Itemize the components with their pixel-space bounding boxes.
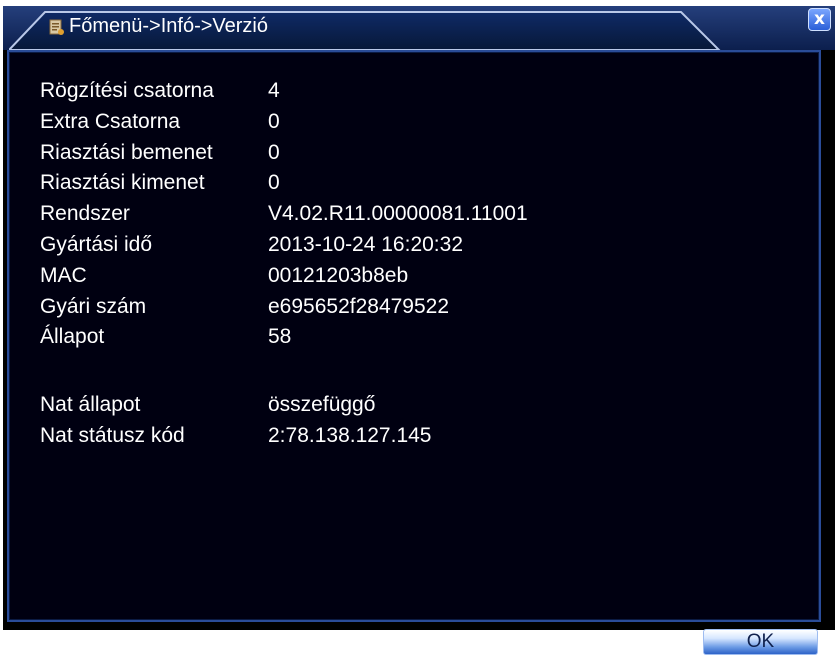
version-dialog: Főmenü->Infó->Verzió x Rögzítési csatorn…	[3, 6, 835, 655]
info-value: összefüggő	[268, 393, 376, 416]
info-value: 0	[268, 109, 280, 133]
close-button[interactable]: x	[808, 8, 831, 31]
info-panel: Rögzítési csatorna 4 Extra Csatorna 0 Riaszt…	[7, 50, 821, 655]
info-value: 2013-10-24 16:20:32	[268, 233, 463, 256]
info-label: Riasztási bemenet	[40, 140, 213, 164]
info-label: Gyári szám	[40, 294, 147, 318]
titlebar: Főmenü->Infó->Verzió x	[3, 6, 835, 50]
info-label: Gyártási idő	[40, 233, 153, 256]
info-value: 00121203b8eb	[268, 263, 409, 287]
info-value: 58	[268, 325, 292, 349]
info-value: 0	[268, 140, 280, 164]
info-label: Nat státusz kód	[40, 423, 185, 447]
close-icon: x	[814, 9, 825, 29]
info-value: 4	[268, 79, 280, 102]
info-label: Nat állapot	[40, 393, 141, 416]
info-value: 0	[268, 171, 280, 195]
info-value: V4.02.R11.00000081.11001	[268, 202, 528, 226]
info-document-icon	[49, 19, 64, 35]
info-label: Állapot	[40, 325, 105, 349]
info-label: Riasztási kimenet	[40, 171, 205, 195]
info-label: Rendszer	[40, 202, 130, 226]
info-value: e695652f28479522	[268, 294, 450, 318]
info-label: Rögzítési csatorna	[40, 79, 214, 102]
info-value: 2:78.138.127.145	[268, 423, 432, 447]
info-label: MAC	[40, 263, 87, 287]
window-title: Főmenü->Infó->Verzió	[69, 15, 268, 37]
info-label: Extra Csatorna	[40, 109, 181, 133]
